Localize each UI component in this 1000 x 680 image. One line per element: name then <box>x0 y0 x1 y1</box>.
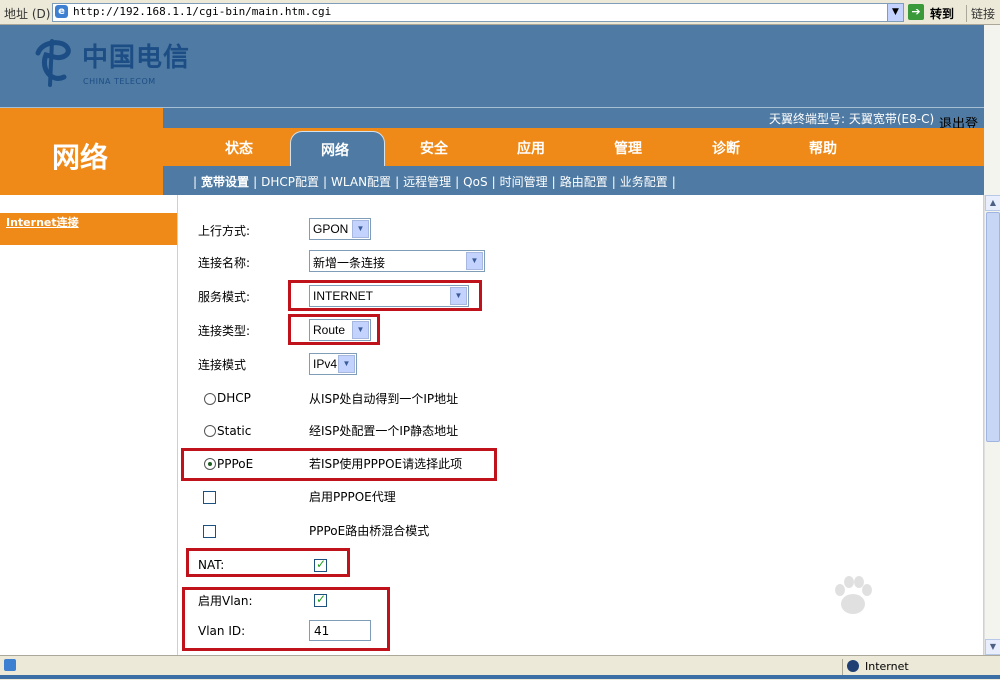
pppoe-proxy-checkbox[interactable] <box>203 491 216 504</box>
tab-apps[interactable]: 应用 <box>517 138 545 158</box>
dhcp-desc: 从ISP处自动得到一个IP地址 <box>309 392 459 406</box>
section-title-block: 网络 <box>0 108 163 195</box>
conn-mode-value: IPv4 <box>313 357 338 371</box>
security-zone: Internet <box>842 659 983 675</box>
subnav-qos[interactable]: QoS <box>463 175 487 189</box>
taskbar-edge <box>0 675 1000 679</box>
tab-manage[interactable]: 管理 <box>614 138 642 158</box>
section-title: 网络 <box>52 141 109 174</box>
chevron-down-icon: ▼ <box>352 220 369 238</box>
go-button[interactable]: ➔ 转到 <box>908 3 960 21</box>
chevron-down-icon: ▼ <box>338 355 355 373</box>
conn-type-label: 连接类型: <box>198 324 251 338</box>
address-bar: 地址 (D) e http://192.168.1.1/cgi-bin/main… <box>0 0 1000 25</box>
chevron-down-icon: ▼ <box>466 252 483 270</box>
scroll-down-icon[interactable]: ▼ <box>985 639 1000 655</box>
tab-network[interactable]: 网络 <box>290 131 385 167</box>
highlight-vlan <box>182 587 390 651</box>
dhcp-radio[interactable] <box>204 393 216 405</box>
sidebar-item-internet[interactable]: Internet连接 <box>0 213 177 245</box>
page-right-rail <box>984 25 1000 195</box>
pppoe-bridge-desc: PPPoE路由桥混合模式 <box>309 524 430 538</box>
static-label: Static <box>217 424 252 438</box>
tab-status[interactable]: 状态 <box>225 138 253 158</box>
left-sidebar: Internet连接 <box>0 195 178 655</box>
conn-name-label: 连接名称: <box>198 256 251 270</box>
pppoe-proxy-desc: 启用PPPOE代理 <box>309 490 396 504</box>
subnav-service[interactable]: 业务配置 <box>620 175 668 189</box>
static-radio[interactable] <box>204 425 216 437</box>
subnav-remote[interactable]: 远程管理 <box>403 175 451 189</box>
conn-name-value: 新增一条连接 <box>313 256 386 270</box>
logo-text-cn: 中国电信 <box>82 43 191 73</box>
subnav-broadband[interactable]: 宽带设置 <box>201 175 249 189</box>
go-arrow-icon: ➔ <box>908 4 924 20</box>
china-telecom-logo-icon <box>35 39 71 87</box>
url-input[interactable]: e http://192.168.1.1/cgi-bin/main.htm.cg… <box>52 3 904 22</box>
vertical-scrollbar[interactable]: ▲ ▼ <box>984 195 1000 655</box>
conn-mode-select[interactable]: IPv4 ▼ <box>309 353 357 375</box>
zone-label: Internet <box>865 660 909 673</box>
page-header: 中国电信 CHINA TELECOM <box>0 25 984 107</box>
tab-diagnose[interactable]: 诊断 <box>712 138 740 158</box>
baidu-paw-icon <box>835 576 872 614</box>
url-text: http://192.168.1.1/cgi-bin/main.htm.cgi <box>73 5 332 18</box>
go-label: 转到 <box>930 7 955 21</box>
conn-name-select[interactable]: 新增一条连接 ▼ <box>309 250 485 272</box>
subnav-dhcp[interactable]: DHCP配置 <box>261 175 319 189</box>
uplink-select[interactable]: GPON ▼ <box>309 218 371 240</box>
tab-security[interactable]: 安全 <box>420 138 448 158</box>
highlight-conn-type <box>288 314 380 345</box>
model-row: 天翼终端型号: 天翼宽带(E8-C) 退出登录 <box>163 108 984 151</box>
highlight-nat <box>186 548 350 577</box>
tab-network-label: 网络 <box>321 143 349 159</box>
pppoe-bridge-checkbox[interactable] <box>203 525 216 538</box>
highlight-service-mode <box>288 280 482 311</box>
links-button[interactable]: 链接 <box>966 5 995 22</box>
uplink-value: GPON <box>313 222 349 236</box>
uplink-label: 上行方式: <box>198 224 251 238</box>
static-desc: 经ISP处配置一个IP静态地址 <box>309 424 459 438</box>
service-mode-label: 服务模式: <box>198 290 251 304</box>
logo-text-en: CHINA TELECOM <box>83 77 156 86</box>
page-status-icon <box>4 659 16 671</box>
subnav-wlan[interactable]: WLAN配置 <box>331 175 391 189</box>
ie-page-icon: e <box>55 5 68 18</box>
tab-help[interactable]: 帮助 <box>809 138 837 158</box>
conn-mode-label: 连接模式 <box>198 358 247 372</box>
sidebar-item-label: Internet连接 <box>6 216 79 229</box>
highlight-pppoe <box>181 448 497 481</box>
scroll-up-icon[interactable]: ▲ <box>985 195 1000 211</box>
url-dropdown-icon[interactable]: ▼ <box>887 4 903 21</box>
sub-navigation: | 宽带设置 | DHCP配置 | WLAN配置 | 远程管理 | QoS | 时间管理 | 路由配置 | 业… <box>163 166 984 195</box>
address-label: 地址 (D) <box>4 7 51 21</box>
subnav-time[interactable]: 时间管理 <box>500 175 548 189</box>
subnav-route[interactable]: 路由配置 <box>560 175 608 189</box>
device-model: 天翼终端型号: 天翼宽带(E8-C) <box>769 112 935 126</box>
scroll-thumb[interactable] <box>986 212 1000 442</box>
dhcp-label: DHCP <box>217 391 251 405</box>
globe-icon <box>847 660 859 672</box>
main-tabs: 状态 网络 安全 应用 管理 诊断 帮助 <box>163 128 984 167</box>
